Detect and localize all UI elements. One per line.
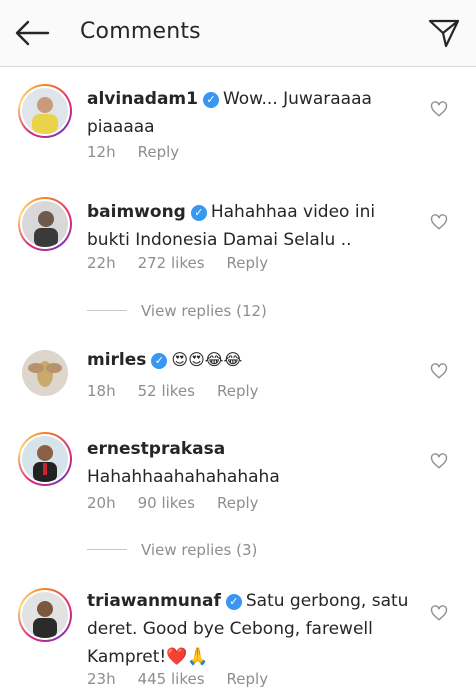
comment-username[interactable]: ernestprakasa [87, 439, 225, 459]
reply-button[interactable]: Reply [217, 494, 259, 512]
comment-time: 18h [87, 382, 116, 400]
heart-icon[interactable] [430, 604, 448, 622]
reply-button[interactable]: Reply [138, 143, 180, 161]
comment-item: baimwong ✓ Hahahhaa video ini bukti Indone… [0, 193, 476, 293]
avatar[interactable] [18, 346, 72, 400]
comment-text: 😍😍😂😂 [171, 350, 243, 369]
comment-item: alvinadam1 ✓ Wow... Juwaraaaa piaaaaa 12h R… [0, 80, 476, 180]
avatar[interactable] [18, 197, 72, 251]
comment-username[interactable]: triawanmunaf [87, 591, 221, 611]
view-replies-button[interactable]: View replies (12) [87, 302, 267, 320]
avatar[interactable] [18, 432, 72, 486]
comment-username[interactable]: mirles [87, 350, 146, 370]
like-count[interactable]: 52 likes [138, 382, 195, 400]
heart-icon[interactable] [430, 362, 448, 380]
page-title: Comments [80, 19, 201, 44]
comment-username[interactable]: baimwong [87, 202, 186, 222]
heart-icon[interactable] [430, 452, 448, 470]
reply-button[interactable]: Reply [217, 382, 259, 400]
comment-text: Hahahhaahahahahaha [87, 467, 280, 487]
divider [87, 310, 127, 311]
verified-badge-icon: ✓ [151, 353, 168, 369]
like-count[interactable]: 272 likes [138, 254, 205, 272]
comment-item: ernestprakasa Hahahhaahahahahaha 20h 90 l… [0, 432, 476, 512]
comment-time: 20h [87, 494, 116, 512]
heart-icon[interactable] [430, 100, 448, 118]
header-bar: Comments [0, 0, 476, 67]
reply-button[interactable]: Reply [227, 254, 269, 272]
verified-badge-icon: ✓ [225, 594, 242, 610]
verified-badge-icon: ✓ [202, 92, 219, 108]
direct-message-icon[interactable] [428, 17, 460, 49]
verified-badge-icon: ✓ [190, 205, 207, 221]
heart-icon[interactable] [430, 213, 448, 231]
avatar[interactable] [18, 84, 72, 138]
comment-item: triawanmunaf ✓ Satu gerbong, satu deret. G… [0, 584, 476, 697]
comment-username[interactable]: alvinadam1 [87, 89, 198, 109]
reply-button[interactable]: Reply [227, 670, 269, 688]
like-count[interactable]: 90 likes [138, 494, 195, 512]
like-count[interactable]: 445 likes [138, 670, 205, 688]
back-arrow-icon[interactable] [14, 18, 50, 48]
view-replies-button[interactable]: View replies (3) [87, 541, 257, 559]
comment-time: 12h [87, 143, 116, 161]
comment-time: 23h [87, 670, 116, 688]
divider [87, 549, 127, 550]
comment-item: mirles ✓ 😍😍😂😂 18h 52 likes Reply [0, 342, 476, 412]
comment-time: 22h [87, 254, 116, 272]
avatar[interactable] [18, 588, 72, 642]
